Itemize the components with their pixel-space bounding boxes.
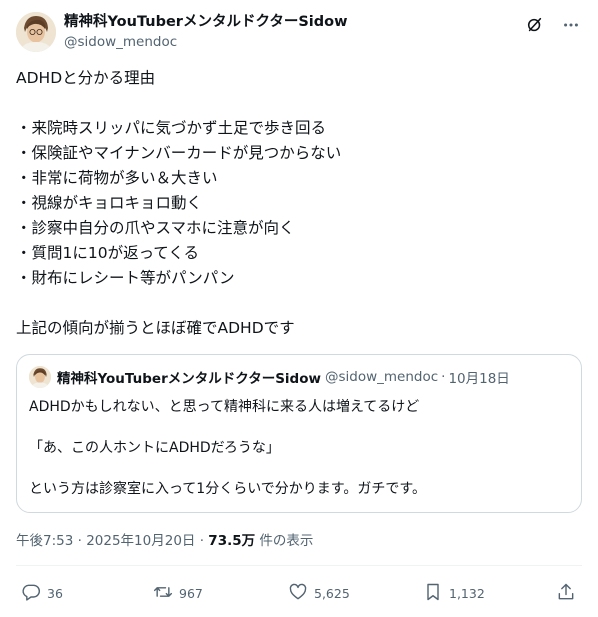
quoted-author-handle: @sidow_mendoc — [324, 369, 439, 385]
tweet-line: ・視線がキョロキョロ動く — [16, 194, 203, 212]
quoted-separator: · — [441, 369, 446, 385]
tweet-meta: 午後7:53 · 2025年10月20日 · 73.5万 件の表示 — [16, 529, 313, 549]
tweet-line: ・診察中自分の爪やスマホに注意が向く — [16, 219, 295, 237]
share-icon — [556, 582, 576, 605]
tweet-header: 精神科YouTuberメンタルドクターSidow @sidow_mendoc — [16, 12, 582, 56]
retweet-button[interactable]: 967 — [153, 582, 203, 605]
bookmark-button[interactable]: 1,132 — [423, 582, 485, 605]
tweet-line: ・保険証やマイナンバーカードが見つからない — [16, 144, 342, 162]
author-handle[interactable]: @sidow_mendoc — [64, 32, 348, 52]
meta-separator: · — [195, 533, 209, 549]
more-icon[interactable] — [560, 14, 582, 36]
reply-icon — [21, 582, 41, 605]
quoted-tweet[interactable]: 精神科YouTuberメンタルドクターSidow @sidow_mendoc ·… — [16, 354, 582, 513]
tweet-line — [16, 91, 582, 116]
grok-icon[interactable] — [524, 14, 546, 36]
bookmark-count: 1,132 — [449, 585, 485, 601]
tweet-text: ADHDと分かる理由 ・来院時スリッパに気づかず土足で歩き回る ・保険証やマイナ… — [16, 66, 582, 341]
author-avatar[interactable] — [16, 12, 56, 52]
retweet-icon — [153, 582, 173, 605]
like-button[interactable]: 5,625 — [288, 582, 350, 605]
reply-count: 36 — [47, 585, 63, 601]
view-count: 73.5万 — [208, 533, 256, 549]
heart-icon — [288, 582, 308, 605]
share-button[interactable] — [556, 582, 576, 605]
divider — [16, 565, 582, 566]
quoted-date: 10月18日 — [448, 371, 510, 387]
tweet-line: ADHDと分かる理由 — [16, 69, 156, 87]
action-bar: 36 967 5,625 1,132 — [16, 579, 582, 607]
tweet-line — [16, 291, 582, 316]
tweet-line: 上記の傾向が揃うとほぼ確でADHDです — [16, 319, 295, 337]
tweet-line: ・来院時スリッパに気づかず土足で歩き回る — [16, 119, 327, 137]
quoted-text-line: 「あ、この人ホントにADHDだろうな」 — [29, 440, 280, 456]
reply-button[interactable]: 36 — [21, 582, 63, 605]
quoted-text-line: ADHDかもしれない、と思って精神科に来る人は増えてるけど — [29, 399, 420, 415]
meta-separator: · — [73, 533, 87, 549]
post-date[interactable]: 2025年10月20日 — [86, 533, 195, 549]
tweet-line: ・非常に荷物が多い＆大きい — [16, 169, 218, 187]
quoted-author-display-name: 精神科YouTuberメンタルドクターSidow — [57, 371, 321, 387]
post-time[interactable]: 午後7:53 — [16, 533, 73, 549]
quoted-author-avatar — [29, 366, 51, 388]
bookmark-icon — [423, 582, 443, 605]
quoted-text-line: という方は診察室に入って1分くらいで分かります。ガチです。 — [29, 481, 426, 497]
retweet-count: 967 — [179, 585, 203, 601]
tweet-line: ・財布にレシート等がパンパン — [16, 269, 235, 287]
view-label: 件の表示 — [255, 533, 314, 549]
author-display-name[interactable]: 精神科YouTuberメンタルドクターSidow — [64, 13, 348, 32]
tweet-line: ・質問1に10が返ってくる — [16, 244, 200, 262]
like-count: 5,625 — [314, 585, 350, 601]
